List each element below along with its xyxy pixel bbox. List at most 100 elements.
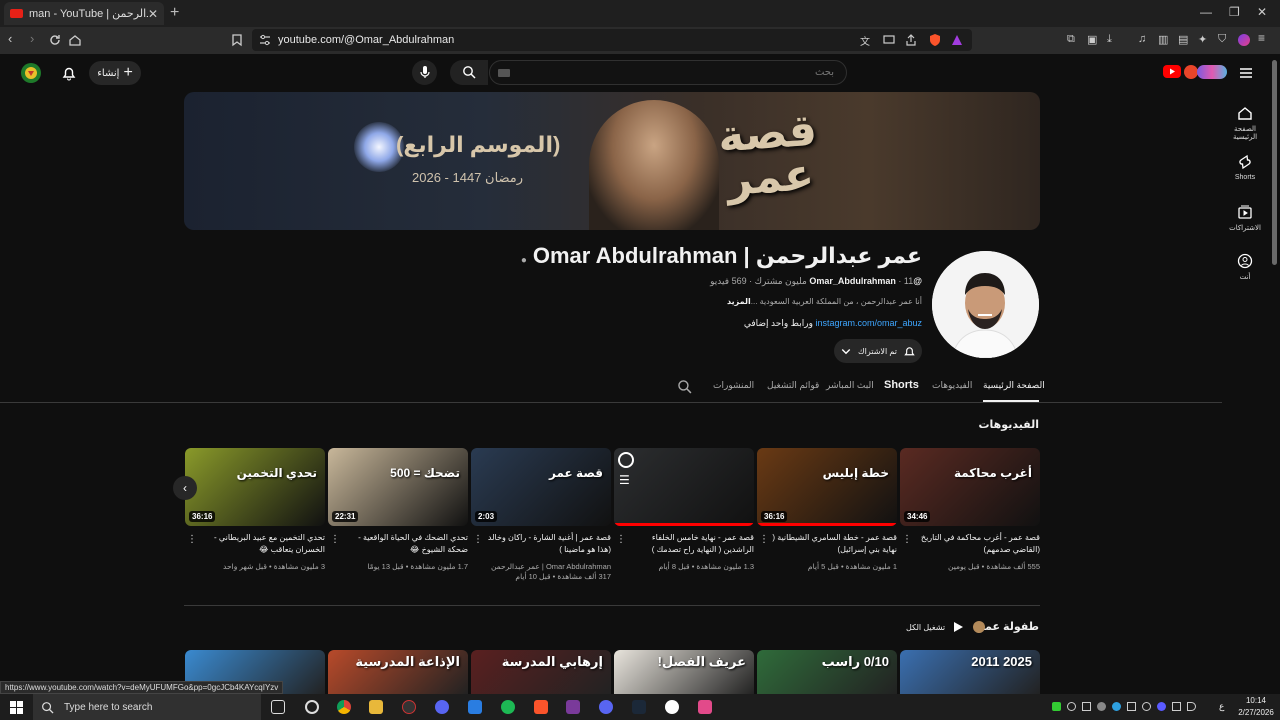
playlist-video-thumbnail[interactable]: 0/10 راسب (757, 650, 897, 694)
windows-start-icon[interactable] (10, 701, 23, 714)
video-thumbnail[interactable]: قصة عمر 2:03 (471, 448, 611, 526)
more-actions-icon[interactable]: ⋮ (187, 534, 197, 545)
channel-description[interactable]: أنا عمر عبدالرحمن ، من المملكة العربية ا… (727, 297, 922, 306)
home-icon[interactable] (68, 33, 82, 47)
video-title[interactable]: قصة عمر - خطة السامري الشيطانية ( نهاية … (757, 532, 897, 558)
tab-home[interactable]: الصفحة الرئيسية (983, 380, 1045, 391)
page-scrollbar[interactable] (1272, 60, 1277, 265)
guide-menu-icon[interactable] (1238, 66, 1254, 80)
settings-app-icon[interactable] (305, 700, 319, 714)
search-button[interactable] (450, 60, 488, 85)
task-view-icon[interactable] (271, 700, 285, 714)
headset-tray-icon[interactable] (1082, 702, 1091, 711)
playlist-video-thumbnail[interactable]: إرهابي المدرسة (471, 650, 611, 694)
channel-search-icon[interactable] (677, 379, 692, 394)
telegram-tray-icon[interactable] (1112, 702, 1121, 711)
profile-icon[interactable] (1238, 34, 1250, 46)
video-title[interactable]: قصة عمر - نهاية خامس الخلفاء الراشدين ( … (614, 532, 754, 558)
extensions-icon[interactable]: ⧉ (1067, 33, 1081, 47)
guide-item-shorts[interactable]: Shorts (1222, 154, 1268, 181)
forward-icon[interactable]: › (30, 31, 44, 46)
video-card[interactable]: ☰ قصة عمر - نهاية خامس الخلفاء الراشدين (… (614, 448, 754, 572)
photos-app-icon[interactable] (468, 700, 482, 714)
taskbar-search[interactable]: Type here to search (33, 694, 261, 720)
search-input[interactable]: بحث (489, 60, 847, 85)
playlist-section-heading[interactable]: طفولة عمر (978, 620, 1039, 633)
github-app-icon[interactable] (665, 700, 679, 714)
tab-playlists[interactable]: قوائم التشغيل (767, 380, 819, 391)
video-card[interactable]: أغرب محاكمة 34:46 قصة عمر - أغرب محاكمة في… (900, 448, 1040, 572)
more-actions-icon[interactable]: ⋮ (330, 534, 340, 545)
carousel-previous-button[interactable]: ‹ (173, 476, 197, 500)
bookmark-icon[interactable] (230, 33, 244, 47)
more-actions-icon[interactable]: ⋮ (616, 534, 626, 545)
playlist-video-thumbnail[interactable]: الإذاعة المدرسية (328, 650, 468, 694)
video-card[interactable]: قصة عمر 2:03 قصة عمر | أغنية الشارة - راكا… (471, 448, 611, 582)
guide-item-home[interactable]: الصفحة الرئيسية (1222, 105, 1268, 141)
playlist-video-thumbnail[interactable]: 2025 2011 (900, 650, 1040, 694)
tab-live[interactable]: البث المباشر (826, 380, 874, 391)
watch-later-icon[interactable] (618, 452, 634, 468)
notifications-icon[interactable] (61, 65, 77, 81)
instagram-link[interactable]: instagram.com/omar_abuz (815, 318, 922, 328)
network-icon[interactable] (1172, 702, 1181, 711)
discord-app-icon[interactable] (435, 700, 449, 714)
add-to-queue-icon[interactable]: ☰ (619, 474, 630, 486)
video-card[interactable]: تحدي التخمين 36:16 تحدي التخمين مع عبيد ال… (185, 448, 325, 572)
volume-icon[interactable] (1187, 702, 1196, 711)
obs-app-icon[interactable] (402, 700, 416, 714)
taskbar-clock[interactable]: 10:14 2/27/2026 (1234, 695, 1278, 719)
media-icon[interactable]: ♫ (1138, 33, 1152, 47)
restore-icon[interactable]: ❐ (1229, 5, 1240, 19)
input-language[interactable]: ع (1219, 701, 1224, 712)
keyboard-icon[interactable] (498, 69, 510, 77)
video-thumbnail[interactable]: ☰ (614, 448, 754, 526)
video-card[interactable]: تضحك = 500 22:31 تحدي الضحك في الحياة الوا… (328, 448, 468, 572)
translate-icon[interactable]: 文 (860, 33, 874, 48)
video-title[interactable]: تحدي التخمين مع عبيد البريطاني - الخسران… (185, 532, 325, 558)
vpn-icon[interactable]: ⛉ (1218, 33, 1232, 47)
steam-app-icon[interactable] (632, 700, 646, 714)
more-links[interactable]: ورابط واحد إضافي (744, 318, 813, 328)
spotify-app-icon[interactable] (501, 700, 515, 714)
more-actions-icon[interactable]: ⋮ (759, 534, 769, 545)
video-card[interactable]: خطة إبليس 36:16 قصة عمر - خطة السامري الشي… (757, 448, 897, 572)
discord-ptb-icon[interactable] (599, 700, 613, 714)
screenshot-icon[interactable]: ▣ (1087, 33, 1101, 47)
create-button[interactable]: إنشاء + (89, 61, 141, 85)
download-icon[interactable]: ⤓ (1107, 33, 1121, 47)
tray-icon[interactable] (1097, 702, 1106, 711)
brave-app-icon[interactable] (534, 700, 548, 714)
tray-icon[interactable] (1157, 702, 1166, 711)
play-all-button[interactable]: تشغيل الكل (906, 620, 965, 634)
leo-ai-icon[interactable]: ✦ (1198, 33, 1212, 47)
tab-shorts[interactable]: Shorts (884, 379, 919, 391)
brave-shields-icon[interactable] (928, 33, 942, 47)
videos-section-heading[interactable]: الفيديوهات (979, 418, 1040, 431)
voice-search-button[interactable] (412, 60, 437, 85)
app-icon[interactable] (566, 700, 580, 714)
minimize-icon[interactable]: — (1200, 5, 1212, 19)
chrome-app-icon[interactable] (337, 700, 351, 714)
tab-videos[interactable]: الفيديوهات (932, 380, 972, 391)
playlist-video-thumbnail[interactable]: عريف الفصل! (614, 650, 754, 694)
account-avatar-icon[interactable] (20, 62, 42, 84)
video-thumbnail[interactable]: خطة إبليس 36:16 (757, 448, 897, 526)
video-title[interactable]: قصة عمر - أغرب محاكمة في التاريخ (القاضي… (900, 532, 1040, 558)
brave-rewards-icon[interactable] (950, 33, 964, 47)
wallet-icon[interactable]: ▤ (1178, 33, 1192, 47)
channel-avatar[interactable] (932, 251, 1039, 358)
site-settings-icon[interactable] (258, 33, 272, 47)
guide-item-you[interactable]: أنت (1222, 253, 1268, 281)
cast-icon[interactable] (882, 33, 896, 47)
tab-posts[interactable]: المنشورات (713, 380, 754, 391)
new-tab-icon[interactable]: + (170, 5, 179, 21)
reload-icon[interactable] (48, 33, 62, 47)
file-explorer-icon[interactable] (369, 700, 383, 714)
youtube-logo-icon[interactable] (1163, 65, 1181, 78)
guide-item-subscriptions[interactable]: الاشتراكات (1222, 204, 1268, 232)
close-tab-icon[interactable]: ✕ (148, 7, 158, 21)
sidebar-toggle-icon[interactable]: ▥ (1158, 33, 1172, 47)
video-title[interactable]: قصة عمر | أغنية الشارة - راكان وخالد (هذ… (471, 532, 611, 558)
more-actions-icon[interactable]: ⋮ (902, 534, 912, 545)
